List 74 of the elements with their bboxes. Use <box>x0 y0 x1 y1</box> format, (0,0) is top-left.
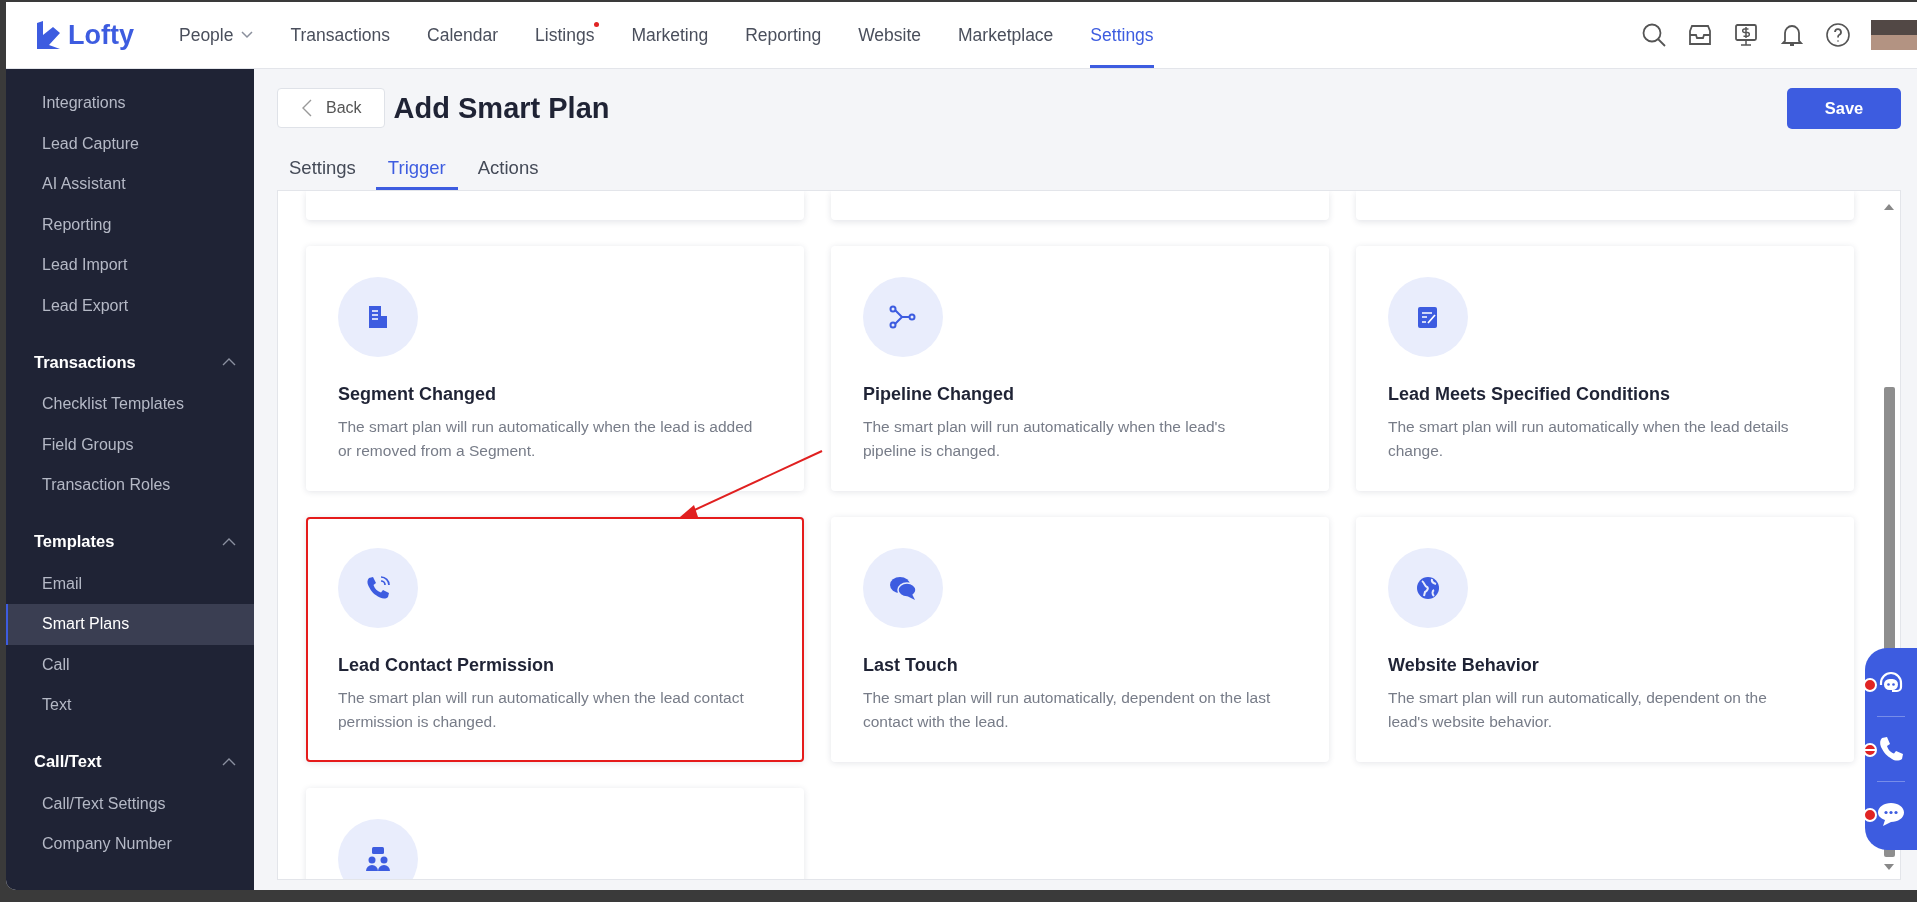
nav-link[interactable]: Marketplace <box>958 2 1054 68</box>
nav-link[interactable]: Marketing <box>631 2 709 68</box>
sidebar-item[interactable]: Checklist Templates <box>6 384 254 425</box>
phone-icon[interactable] <box>1877 735 1905 763</box>
sidebar-item[interactable]: Lead Export <box>6 285 254 326</box>
nav-link[interactable]: Website <box>858 2 922 68</box>
nav-link[interactable]: Reporting <box>745 2 822 68</box>
card-description: The smart plan will run automatically, dependent on the lead's website behavior. <box>1388 688 1768 732</box>
sidebar-item[interactable]: Lead Capture <box>6 123 254 164</box>
nav-link[interactable]: Calendar <box>427 2 499 68</box>
people-chat-icon <box>364 846 392 872</box>
branch-icon <box>889 304 917 330</box>
card-title: Segment Changed <box>338 384 498 405</box>
notification-dot <box>1863 808 1877 822</box>
tab[interactable]: Settings <box>277 157 368 190</box>
trigger-card[interactable]: Website Behavior The smart plan will run automatically, dependent on the lead's website behavior. <box>1356 517 1854 762</box>
chat-bubbles-icon <box>888 574 918 602</box>
tab[interactable]: Actions <box>465 157 551 190</box>
sidebar-item[interactable]: Company Number <box>6 824 254 865</box>
back-button[interactable]: Back <box>277 88 385 128</box>
page-title: Add Smart Plan <box>393 91 610 125</box>
chevron-down-icon <box>241 31 254 39</box>
nav-link[interactable]: People <box>179 2 254 68</box>
sidebar-item[interactable]: Text <box>6 685 254 726</box>
trigger-card[interactable]: Last Touch The smart plan will run automatically, dependent on the last contact with the lead. <box>831 517 1329 762</box>
help-icon[interactable] <box>1825 22 1851 48</box>
chevron-left-icon <box>302 99 312 117</box>
nav-link[interactable]: Transactions <box>290 2 390 68</box>
sidebar-item[interactable]: Reporting <box>6 204 254 245</box>
search-icon[interactable] <box>1641 22 1667 48</box>
notification-dot <box>1863 678 1877 692</box>
card-description: The smart plan will run automatically when the lead details change. <box>1388 417 1790 461</box>
bell-icon[interactable] <box>1779 22 1805 48</box>
chevron-up-icon <box>222 358 236 366</box>
sidebar-item[interactable]: Lead Import <box>6 245 254 286</box>
sidebar-item[interactable]: Call/Text Settings <box>6 783 254 824</box>
sidebar-item[interactable]: Field Groups <box>6 424 254 465</box>
avatar-placeholder[interactable] <box>1871 20 1917 50</box>
card-title: Lead Contact Permission <box>338 655 556 676</box>
card-description: The smart plan will run automatically when the lead is added or removed from a Segment. <box>338 417 754 461</box>
trigger-card[interactable]: Lead Meets Specified Conditions The smart plan will run automatically when the lead details change. <box>1356 246 1854 491</box>
card-title: Lead Meets Specified Conditions <box>1388 384 1672 405</box>
notification-dot <box>1863 743 1877 757</box>
sidebar-item[interactable]: AI Assistant <box>6 164 254 205</box>
trigger-card[interactable]: Segment Changed The smart plan will run automatically when the lead is added or removed from a Segment. <box>306 246 804 491</box>
sidebar-section-header[interactable]: Transactions <box>6 340 254 384</box>
card-title: Website Behavior <box>1388 655 1540 676</box>
inbox-icon[interactable] <box>1687 22 1713 48</box>
sidebar-item[interactable]: Call <box>6 644 254 685</box>
trigger-card[interactable]: Lead Contact Permission The smart plan will run automatically when the lead contact permission is changed. <box>306 517 804 762</box>
save-button[interactable]: Save <box>1787 87 1901 129</box>
scroll-up-icon[interactable] <box>1883 203 1895 211</box>
trigger-card[interactable]: Pipeline Changed The smart plan will run automatically when the lead's pipeline is changed. <box>831 246 1329 491</box>
card-description: The smart plan will run automatically when the lead contact permission is changed. <box>338 688 745 732</box>
scroll-down-icon[interactable] <box>1883 863 1895 871</box>
sidebar-item[interactable]: Email <box>6 563 254 604</box>
card-title: Pipeline Changed <box>863 384 1016 405</box>
nav-link[interactable]: Listings <box>535 2 595 68</box>
dollar-monitor-icon[interactable] <box>1733 22 1759 48</box>
brand-logo[interactable]: Lofty <box>35 2 134 68</box>
logo-icon <box>35 21 61 49</box>
chevron-up-icon <box>222 757 236 766</box>
chat-bubble-icon[interactable] <box>1876 800 1906 828</box>
nav-link[interactable]: Settings <box>1090 2 1154 68</box>
sidebar-section-header[interactable]: Call/Text <box>6 739 254 784</box>
sidebar-item[interactable]: Integrations <box>6 83 254 124</box>
card-description: The smart plan will run automatically when the lead's pipeline is changed. <box>863 417 1227 461</box>
card-description: The smart plan will run automatically, dependent on the last contact with the lead. <box>863 688 1272 732</box>
card-title: Last Touch <box>863 655 959 676</box>
sidebar-section-header[interactable]: Templates <box>6 519 254 564</box>
sidebar-item[interactable]: Transaction Roles <box>6 465 254 506</box>
sidebar-item[interactable]: Smart Plans <box>6 604 254 645</box>
globe-icon <box>1415 575 1441 601</box>
chevron-up-icon <box>222 537 236 546</box>
